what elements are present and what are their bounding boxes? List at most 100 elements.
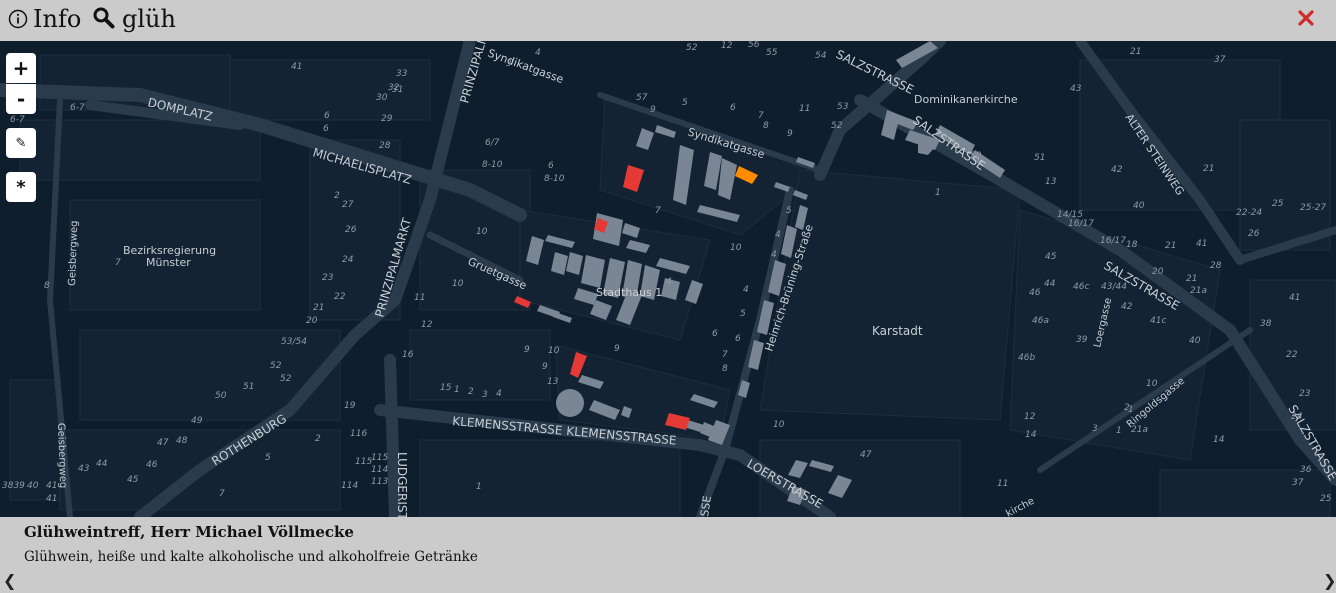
map-label-geisbergweg-1: Geisbergweg bbox=[67, 220, 80, 286]
house-number: 116 bbox=[350, 429, 367, 439]
asterisk-button[interactable]: * bbox=[6, 172, 36, 202]
previous-result-button[interactable]: ❮ bbox=[3, 571, 16, 590]
house-number: 5 bbox=[265, 453, 271, 463]
house-number: 18 bbox=[1126, 240, 1138, 250]
house-number: 21 bbox=[1186, 274, 1197, 284]
house-number: 7 bbox=[758, 111, 764, 121]
house-number: 41 bbox=[291, 62, 302, 72]
house-number: 54 bbox=[815, 51, 827, 61]
house-number: 22-24 bbox=[1236, 208, 1262, 218]
house-number: 28 bbox=[379, 141, 391, 151]
house-number: 9 bbox=[650, 105, 656, 115]
house-number: 41 bbox=[1196, 239, 1207, 249]
house-number: 11 bbox=[799, 104, 810, 114]
house-number: 20 bbox=[306, 316, 318, 326]
house-number: 7 bbox=[219, 489, 225, 499]
house-number: 31 bbox=[392, 85, 403, 95]
house-number: 52 bbox=[686, 43, 698, 53]
map-label-geisbergweg-2: Geisbergweg bbox=[55, 423, 68, 489]
house-number: 44 bbox=[96, 459, 108, 469]
house-number: 1 bbox=[935, 188, 941, 198]
poi-description: Glühwein, heiße und kalte alkoholische u… bbox=[24, 549, 478, 565]
house-number: 7 bbox=[655, 206, 661, 216]
house-number: 24 bbox=[1291, 412, 1303, 422]
house-number: 8 bbox=[722, 364, 728, 374]
close-icon[interactable] bbox=[1296, 8, 1316, 28]
house-number: 12 bbox=[1024, 412, 1036, 422]
house-number: 53/54 bbox=[281, 337, 307, 347]
house-number: 9 bbox=[524, 345, 530, 355]
info-button[interactable]: Info bbox=[8, 3, 81, 35]
house-number: 4 bbox=[775, 230, 781, 240]
edit-button[interactable]: ✎ bbox=[6, 128, 36, 158]
house-number: 46c bbox=[1073, 282, 1089, 292]
house-number: 47 bbox=[860, 450, 872, 460]
house-number: 41 bbox=[46, 494, 57, 504]
house-number: 8-10 bbox=[544, 174, 565, 184]
house-number: 40 bbox=[27, 481, 39, 491]
house-number: 43 bbox=[78, 464, 90, 474]
house-number: 45 bbox=[1045, 252, 1057, 262]
house-number: 20 bbox=[1152, 267, 1164, 277]
map-label-klemensstrasse-1: KLEMENSSTRASSE bbox=[452, 414, 563, 438]
house-number: 36 bbox=[1300, 465, 1312, 475]
map-label-syndikatgasse-1: Syndikatgasse bbox=[486, 47, 566, 87]
house-number: 37 bbox=[1214, 55, 1226, 65]
house-number: 52 bbox=[280, 374, 292, 384]
zoom-out-button[interactable]: - bbox=[6, 84, 36, 114]
house-number: 57 bbox=[636, 93, 648, 103]
house-number: 1 bbox=[454, 385, 460, 395]
house-number: 13 bbox=[547, 377, 559, 387]
house-number: 8 bbox=[763, 121, 769, 131]
house-number: 6 bbox=[324, 111, 330, 121]
house-number: 19 bbox=[344, 401, 356, 411]
house-number: 3 bbox=[1092, 424, 1098, 434]
house-number: 46 bbox=[1029, 288, 1041, 298]
house-number: 53 bbox=[837, 102, 849, 112]
house-number: 1 bbox=[1116, 426, 1122, 436]
house-number: 41c bbox=[1150, 316, 1166, 326]
house-number: 52 bbox=[831, 121, 843, 131]
info-label: Info bbox=[33, 5, 82, 33]
map-canvas[interactable]: DOMPLATZ MICHAELISPLATZ PRINZIPALMARKT P… bbox=[0, 41, 1336, 517]
house-number: 13 bbox=[1045, 177, 1057, 187]
search-input[interactable] bbox=[122, 2, 1222, 36]
house-number: 10 bbox=[773, 420, 785, 430]
house-number: 4 bbox=[666, 277, 672, 287]
house-number: 3 bbox=[506, 59, 512, 69]
house-number: 22 bbox=[334, 292, 346, 302]
house-number: 7 bbox=[115, 258, 121, 268]
map-label-stadthaus: Stadthaus 1 bbox=[596, 286, 662, 299]
house-number: 2 bbox=[334, 191, 340, 201]
house-number: 49 bbox=[191, 416, 203, 426]
house-number: 38 bbox=[1260, 319, 1272, 329]
house-number: 6 bbox=[712, 329, 718, 339]
house-number: 2 bbox=[315, 434, 321, 444]
search-icon[interactable] bbox=[93, 7, 115, 29]
house-number: 114 bbox=[341, 481, 358, 491]
map-view[interactable]: DOMPLATZ MICHAELISPLATZ PRINZIPALMARKT P… bbox=[0, 41, 1336, 517]
map-label-kirche: kirche bbox=[1004, 496, 1036, 517]
house-number: 48 bbox=[176, 436, 188, 446]
house-number: 25 bbox=[1320, 494, 1332, 504]
house-number: 10 bbox=[476, 227, 488, 237]
house-number: 14 bbox=[1213, 435, 1225, 445]
house-number: 25-27 bbox=[1300, 203, 1326, 213]
house-number: 16/17 bbox=[1068, 219, 1094, 229]
house-number: 51 bbox=[1034, 153, 1045, 163]
house-number: 46 bbox=[146, 460, 158, 470]
house-number: 16/17 bbox=[1100, 236, 1126, 246]
next-result-button[interactable]: ❯ bbox=[1323, 571, 1336, 590]
house-number: 3 bbox=[482, 390, 488, 400]
house-number: 14 bbox=[1025, 430, 1037, 440]
house-number: 6-7 bbox=[10, 115, 25, 125]
zoom-in-button[interactable]: + bbox=[6, 53, 36, 83]
house-number: 7 bbox=[722, 350, 728, 360]
house-number: 6 bbox=[735, 334, 741, 344]
house-number: 6 bbox=[730, 103, 736, 113]
house-number: 6-7 bbox=[70, 103, 85, 113]
house-number: 26 bbox=[345, 225, 357, 235]
house-number: 5 bbox=[682, 98, 688, 108]
house-number: 4 bbox=[743, 285, 749, 295]
house-number: 55 bbox=[766, 48, 778, 58]
